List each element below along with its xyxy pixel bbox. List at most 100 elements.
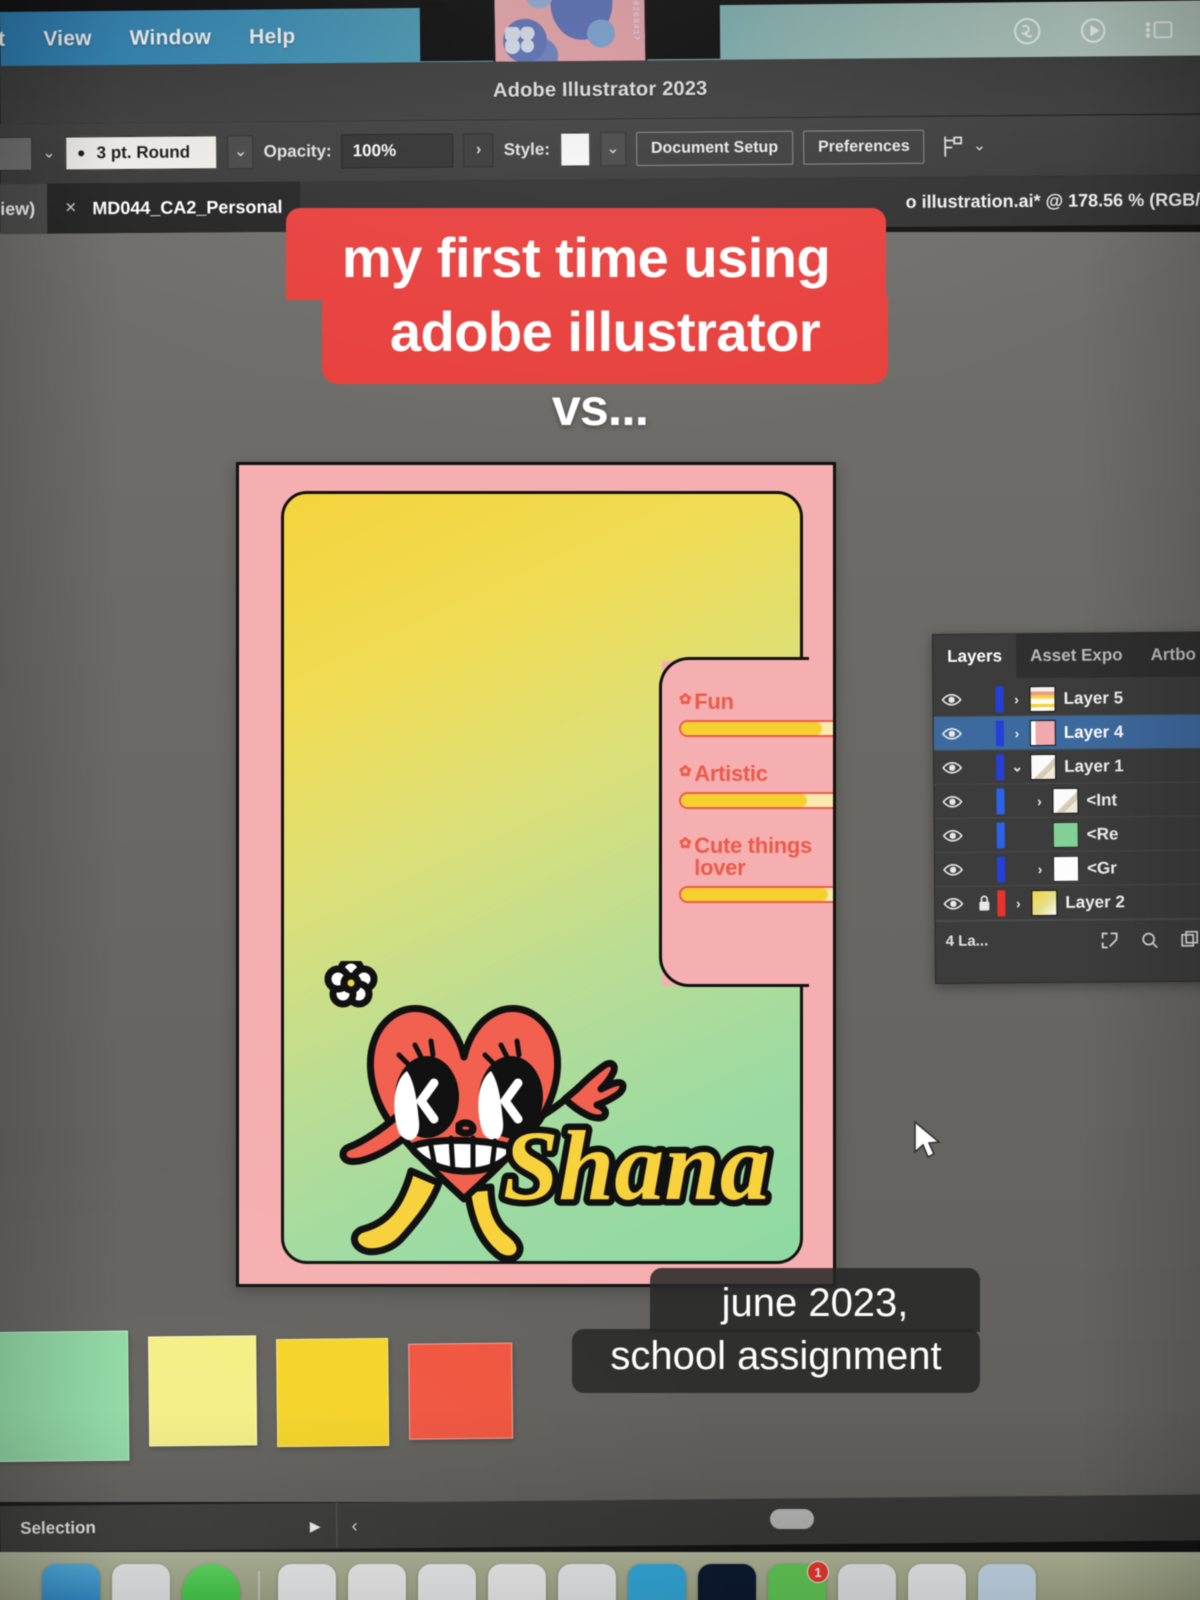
skill-item: ✿ Artistic xyxy=(679,763,833,809)
caption-red-overlay: my first time using adobe illustrator xyxy=(286,208,890,388)
skill-item: ✿ Fun xyxy=(679,689,833,737)
layer-row[interactable]: › <Int xyxy=(934,782,1200,819)
style-swatch[interactable] xyxy=(559,132,591,167)
layer-color-indicator xyxy=(996,753,1005,780)
layer-row[interactable]: › Layer 5 xyxy=(933,680,1200,717)
layer-name: Layer 4 xyxy=(1063,721,1124,742)
style-dropdown-button[interactable]: ⌄ xyxy=(599,132,627,167)
chevron-down-icon: ⌄ xyxy=(233,143,248,161)
layers-panel[interactable]: Layers Asset Expo Artbo › Layer 5 › Laye… xyxy=(932,631,1200,984)
eye-icon[interactable] xyxy=(935,896,971,910)
menu-item-help[interactable]: Help xyxy=(249,25,296,49)
eye-icon[interactable] xyxy=(935,828,971,842)
document-setup-button[interactable]: Document Setup xyxy=(635,130,794,167)
eye-icon[interactable] xyxy=(934,726,970,740)
align-options[interactable]: ⌄ xyxy=(941,133,987,159)
layer-name: <Gr xyxy=(1086,857,1117,878)
skill-label: Fun xyxy=(694,689,734,714)
artboard-poster[interactable]: ✿ Fun ✿ Artistic ✿ Cute things lover Sha… xyxy=(236,462,836,1287)
tab-asset-export[interactable]: Asset Expo xyxy=(1016,633,1137,678)
tab-previous-document[interactable]: iew) xyxy=(0,183,48,234)
layer-row[interactable]: › Layer 2 xyxy=(935,884,1200,921)
status-expand-triangle-icon[interactable]: ▶ xyxy=(310,1517,321,1534)
tab-artboards[interactable]: Artbo xyxy=(1136,633,1200,678)
new-layer-icon[interactable] xyxy=(1180,929,1200,949)
swatch-golden-yellow[interactable] xyxy=(276,1337,390,1448)
eye-icon[interactable] xyxy=(935,862,971,876)
expand-chevron-icon[interactable]: › xyxy=(1003,691,1029,707)
swatch-pale-yellow[interactable] xyxy=(148,1335,258,1447)
tab-active-label: MD044_CA2_Personal xyxy=(92,196,283,218)
menu-item-object[interactable]: ct xyxy=(0,28,5,52)
panel-layout-icon[interactable] xyxy=(1144,15,1174,45)
dock-icon-mail[interactable] xyxy=(278,1564,336,1600)
preferences-button[interactable]: Preferences xyxy=(802,129,925,165)
dock-icon-gmail[interactable] xyxy=(838,1564,896,1600)
creative-cloud-icon[interactable] xyxy=(1012,16,1042,46)
dock-icons: 1 xyxy=(42,1561,1036,1600)
dock-icon-appstore[interactable] xyxy=(558,1564,616,1600)
horizontal-scrollbar-thumb[interactable] xyxy=(770,1509,814,1529)
opacity-expand-button[interactable]: › xyxy=(463,133,494,168)
skill-bar-fill xyxy=(681,722,822,735)
caption-red-line1: my first time using xyxy=(286,208,886,300)
swatch-coral-red[interactable] xyxy=(408,1342,514,1440)
fill-swatch[interactable] xyxy=(0,136,33,172)
expand-chevron-icon[interactable]: › xyxy=(1005,895,1031,911)
dock-icon-zoom[interactable] xyxy=(628,1564,686,1600)
expand-chevron-icon[interactable]: ⌄ xyxy=(1004,758,1030,775)
lock-icon[interactable] xyxy=(971,894,997,911)
dock-icon-finder[interactable] xyxy=(42,1564,100,1600)
layer-color-indicator xyxy=(996,821,1005,848)
current-tool-label[interactable]: Selection xyxy=(0,1518,96,1539)
poster-inner: ✿ Fun ✿ Artistic ✿ Cute things lover Sha… xyxy=(281,491,833,1264)
dock-icon-terminal[interactable] xyxy=(698,1564,756,1600)
dock-icon-preview[interactable] xyxy=(978,1564,1036,1600)
eye-icon[interactable] xyxy=(934,692,970,706)
swatch-mint-green[interactable] xyxy=(0,1330,130,1463)
eye-icon[interactable] xyxy=(934,794,970,808)
tab-layers[interactable]: Layers xyxy=(933,634,1017,679)
layer-row[interactable]: › Layer 4 xyxy=(933,714,1200,751)
skill-bar-track xyxy=(679,792,833,809)
os-menu-items[interactable]: ct View Window Help xyxy=(0,25,296,52)
tab-md044-ca2-personal[interactable]: × MD044_CA2_Personal xyxy=(47,181,301,234)
menu-item-window[interactable]: Window xyxy=(130,26,212,51)
flower-bullet-icon: ✿ xyxy=(679,763,692,780)
dock-icon-spotify[interactable]: 1 xyxy=(768,1561,829,1600)
shana-logo-text: Shana xyxy=(503,1110,770,1221)
close-icon[interactable]: × xyxy=(65,197,76,219)
menu-item-view[interactable]: View xyxy=(43,27,92,51)
layer-row[interactable]: › <Gr xyxy=(934,850,1200,887)
layer-row[interactable]: <Re xyxy=(934,816,1200,853)
expand-chevron-icon[interactable]: › xyxy=(1026,792,1052,809)
status-bar: Selection ▶ ‹ xyxy=(0,1494,1200,1552)
layer-thumbnail xyxy=(1031,889,1058,916)
expand-chevron-icon[interactable]: › xyxy=(1027,860,1053,877)
screen-photo: ct View Window Help 08268417 Adobe Illus… xyxy=(0,0,1200,1600)
dock-icon-messages[interactable] xyxy=(182,1564,240,1600)
layers-footer-icons xyxy=(1100,929,1200,950)
layer-row[interactable]: ⌄ Layer 1 xyxy=(934,748,1200,785)
eye-icon[interactable] xyxy=(934,760,970,774)
layer-color-indicator xyxy=(997,889,1006,916)
status-chevron-left-icon[interactable]: ‹ xyxy=(337,1515,357,1536)
caption-red-line2: adobe illustrator xyxy=(322,296,888,384)
stroke-dropdown-button[interactable]: ⌄ xyxy=(227,135,254,170)
layer-color-indicator xyxy=(996,787,1005,814)
layers-panel-footer: 4 La... xyxy=(935,918,1200,961)
dock-icon-safari[interactable] xyxy=(112,1564,170,1600)
tab-illustration-document[interactable]: o illustration.ai* @ 178.56 % (RGB/ xyxy=(905,189,1200,212)
search-icon[interactable] xyxy=(1140,930,1160,950)
macos-dock: 1 xyxy=(0,1552,1200,1600)
expand-chevron-icon[interactable]: › xyxy=(1004,725,1030,741)
play-circle-icon[interactable] xyxy=(1078,15,1108,45)
dock-icon-photos[interactable] xyxy=(348,1564,406,1600)
stroke-profile-field[interactable]: 3 pt. Round xyxy=(65,135,218,171)
fill-chevron-down-icon[interactable]: ⌄ xyxy=(42,145,56,162)
dock-icon-drive[interactable] xyxy=(908,1564,966,1600)
opacity-input[interactable]: 100% xyxy=(341,133,454,169)
dock-icon-music[interactable] xyxy=(488,1564,546,1600)
dock-icon-notes[interactable] xyxy=(418,1564,476,1600)
locate-object-icon[interactable] xyxy=(1100,930,1120,950)
